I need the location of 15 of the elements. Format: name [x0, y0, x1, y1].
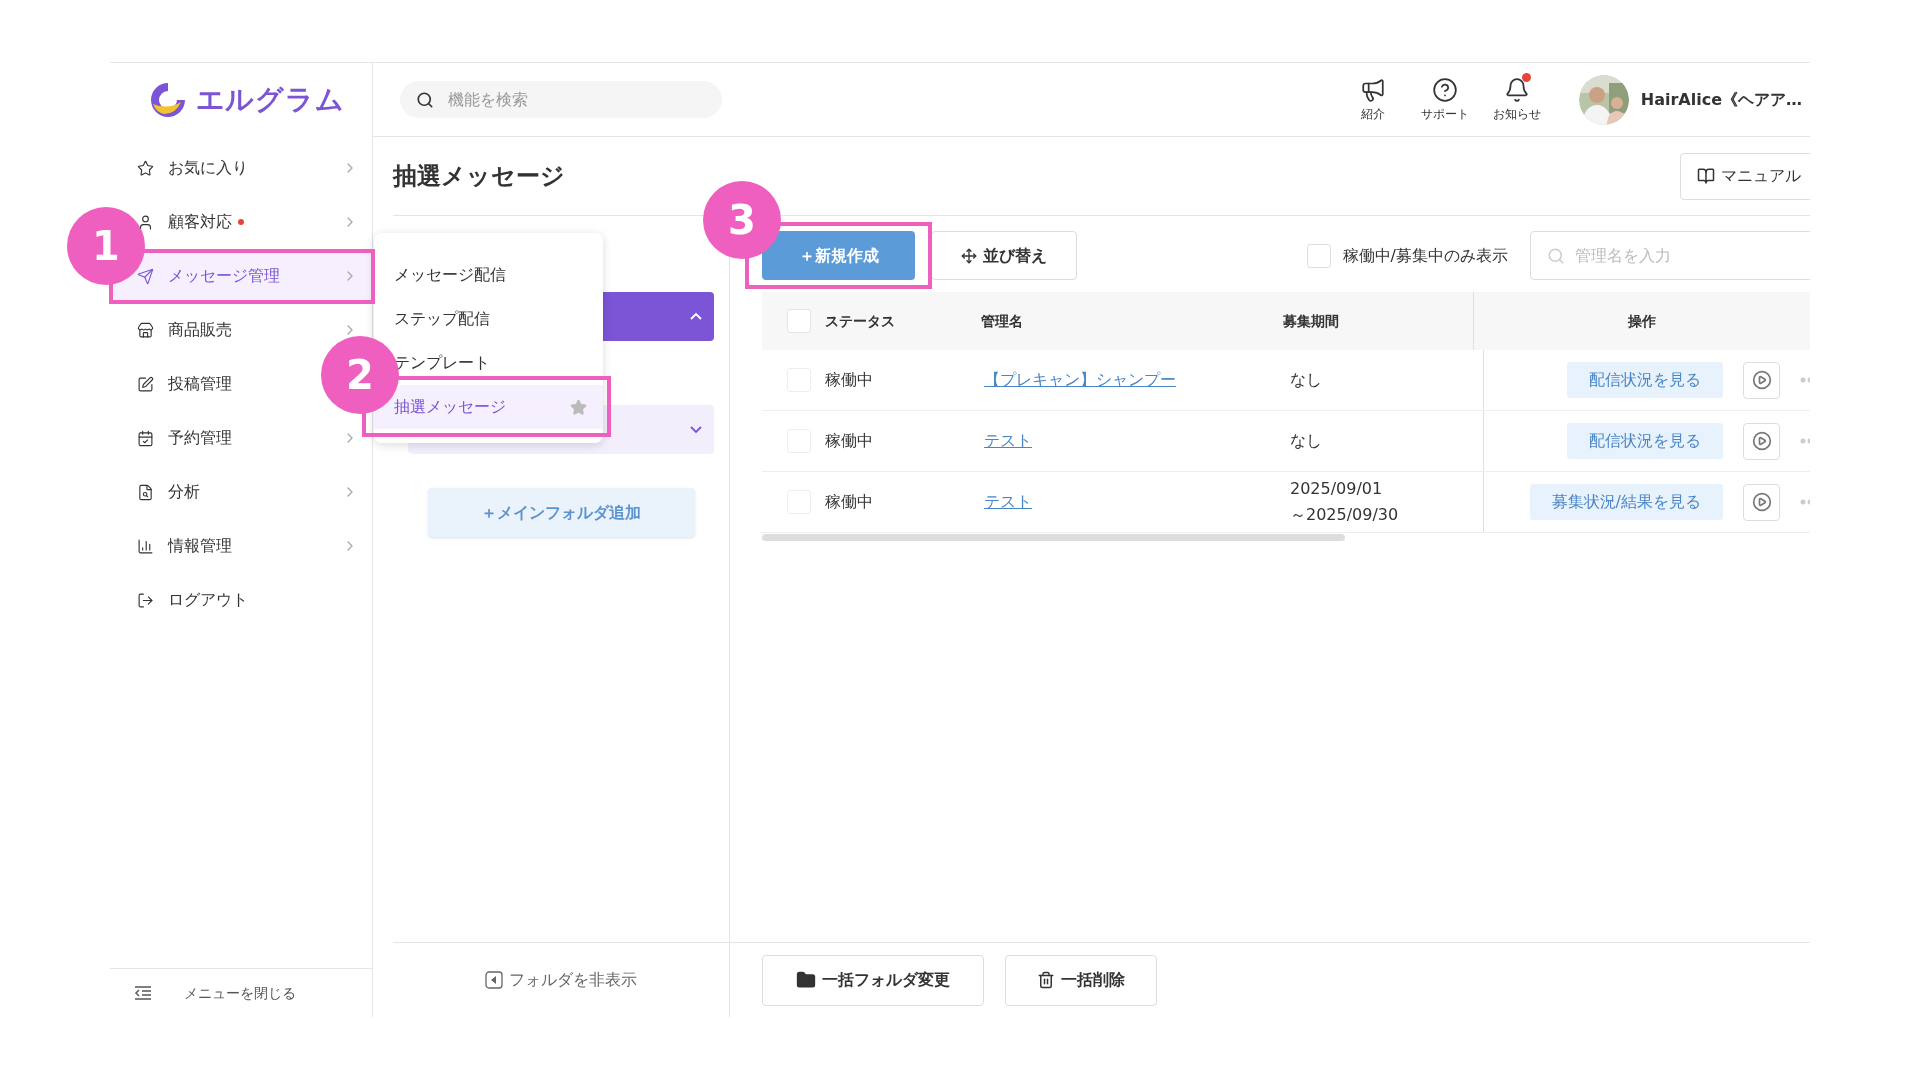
- period-cell-text: ～2025/09/30: [1290, 504, 1400, 526]
- step-number-tooltip: 3: [703, 181, 781, 259]
- period-cell-text: なし: [1290, 430, 1323, 452]
- column-header: 管理名: [981, 311, 1025, 331]
- step-number-tooltip: 1: [67, 207, 145, 285]
- page-title: 抽選メッセージ: [393, 161, 565, 192]
- period-cell-text: なし: [1290, 369, 1323, 391]
- logo-text: エルグラム: [195, 82, 345, 118]
- column-header: 操作: [1627, 311, 1657, 331]
- column-header: ステータス: [824, 311, 896, 331]
- status-cell-text: 稼働中: [825, 430, 874, 452]
- period-cell-text: 2025/09/01: [1290, 478, 1384, 500]
- column-header: 募集期間: [1282, 311, 1340, 331]
- status-cell-text: 稼働中: [825, 369, 874, 391]
- status-cell-text: 稼働中: [825, 491, 874, 513]
